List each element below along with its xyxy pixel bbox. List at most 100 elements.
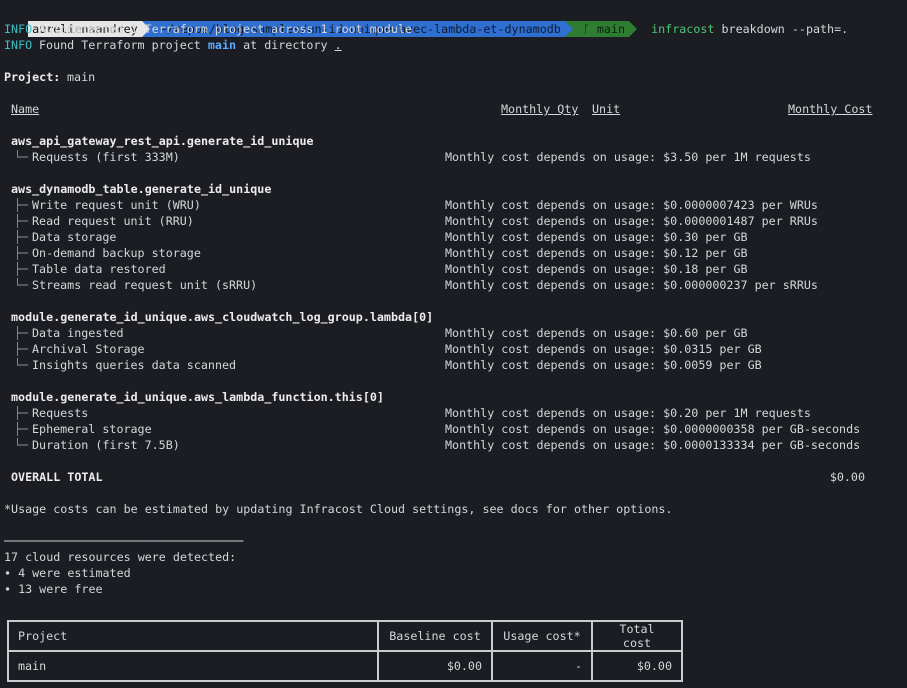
resource-item: ├─ Data ingested Monthly cost depends on… <box>0 325 907 341</box>
overall-total-value: $0.00 <box>829 470 865 484</box>
resource-item: ├─ Archival Storage Monthly cost depends… <box>0 341 907 357</box>
log-text: at directory <box>236 38 335 52</box>
item-cost: Monthly cost depends on usage: $0.000000… <box>445 278 818 292</box>
log-line: INFO Autodetected 1 Terraform project ac… <box>0 21 907 37</box>
resource-name-text: module.generate_id_unique.aws_lambda_fun… <box>11 390 384 404</box>
detected-line-text: ∙ 13 were free <box>4 582 103 596</box>
item-cost: Monthly cost depends on usage: $0.0059 p… <box>445 358 762 372</box>
resource-item: └─ Requests (first 333M) Monthly cost de… <box>0 149 907 165</box>
item-cost: Monthly cost depends on usage: $0.000000… <box>445 198 818 212</box>
detected-line-text: ∙ 4 were estimated <box>4 566 131 580</box>
item-cost: Monthly cost depends on usage: $0.60 per… <box>445 326 748 340</box>
item-label: Requests <box>32 406 89 420</box>
log-level: INFO <box>4 22 33 36</box>
resource-item: ├─ Table data restored Monthly cost depe… <box>0 261 907 277</box>
resource-item: ├─ Requests Monthly cost depends on usag… <box>0 405 907 421</box>
detected-summary: 17 cloud resources were detected: <box>0 549 907 565</box>
tree-branch: ├─ <box>14 198 29 212</box>
resource-name: aws_api_gateway_rest_api.generate_id_uni… <box>0 133 907 149</box>
table-row: main $0.00 - $0.00 <box>7 650 683 682</box>
item-cost: Monthly cost depends on usage: $0.000013… <box>445 438 861 452</box>
item-cost: Monthly cost depends on usage: $0.000000… <box>445 214 818 228</box>
header-usage-cost: Usage cost* <box>491 620 593 652</box>
log-line: INFO Found Terraform project main at dir… <box>0 37 907 53</box>
item-label: Archival Storage <box>32 342 145 356</box>
tree-branch: └─ <box>14 358 29 372</box>
item-cost: Monthly cost depends on usage: $0.30 per… <box>445 230 748 244</box>
item-label: Data storage <box>32 230 117 244</box>
project-value: main <box>67 70 96 84</box>
item-cost: Monthly cost depends on usage: $0.0315 p… <box>445 342 762 356</box>
header-total-cost: Total cost <box>591 620 683 652</box>
detected-line: ∙ 4 were estimated <box>0 565 907 581</box>
log-text: Autodetected 1 Terraform project across … <box>39 22 412 36</box>
overall-total-label: OVERALL TOTAL <box>11 470 103 484</box>
usage-note: *Usage costs can be estimated by updatin… <box>0 501 907 517</box>
tree-branch: ├─ <box>14 406 29 420</box>
resource-item: └─ Duration (first 7.5B) Monthly cost de… <box>0 437 907 453</box>
column-monthly-cost: Monthly Cost <box>788 102 873 116</box>
resource-name: module.generate_id_unique.aws_lambda_fun… <box>0 389 907 405</box>
item-label: Table data restored <box>32 262 166 276</box>
item-label: Ephemeral storage <box>32 422 152 436</box>
header-project: Project <box>7 620 379 652</box>
tree-branch: └─ <box>14 438 29 452</box>
resource-item: ├─ On-demand backup storage Monthly cost… <box>0 245 907 261</box>
item-label: Requests (first 333M) <box>32 150 180 164</box>
prompt-line: aurelienaandrey ~/repos/blog-samples/un-i… <box>0 5 907 37</box>
resource-name: aws_dynamodb_table.generate_id_unique <box>0 181 907 197</box>
item-label: Streams read request unit (sRRU) <box>32 278 258 292</box>
item-label: On-demand backup storage <box>32 246 201 260</box>
resource-name-text: module.generate_id_unique.aws_cloudwatch… <box>11 310 434 324</box>
item-label: Read request unit (RRU) <box>32 214 194 228</box>
item-cost: Monthly cost depends on usage: $0.18 per… <box>445 262 748 276</box>
cell-total-cost: $0.00 <box>591 650 683 682</box>
item-label: Insights queries data scanned <box>32 358 237 372</box>
log-level: INFO <box>4 38 33 52</box>
column-headers: Name Monthly Qty Unit Monthly Cost <box>0 101 907 117</box>
resource-item: ├─ Write request unit (WRU) Monthly cost… <box>0 197 907 213</box>
item-cost: Monthly cost depends on usage: $0.12 per… <box>445 246 748 260</box>
overall-total-line: OVERALL TOTAL $0.00 <box>0 469 907 485</box>
tree-branch: ├─ <box>14 214 29 228</box>
resource-name-text: aws_dynamodb_table.generate_id_unique <box>11 182 272 196</box>
item-cost: Monthly cost depends on usage: $3.50 per… <box>445 150 811 164</box>
project-name-highlight: main <box>207 38 237 52</box>
project-label: Project: <box>4 70 61 84</box>
resource-item: ├─ Read request unit (RRU) Monthly cost … <box>0 213 907 229</box>
directory-link[interactable]: . <box>335 38 342 52</box>
column-name: Name <box>11 102 40 116</box>
detected-line: ∙ 13 were free <box>0 581 907 597</box>
tree-branch: ├─ <box>14 342 29 356</box>
cell-usage-cost: - <box>491 650 593 682</box>
resource-name-text: aws_api_gateway_rest_api.generate_id_uni… <box>11 134 314 148</box>
column-monthly-qty: Monthly Qty <box>501 102 579 116</box>
tree-branch: ├─ <box>14 230 29 244</box>
tree-branch: ├─ <box>14 422 29 436</box>
resource-item: └─ Streams read request unit (sRRU) Mont… <box>0 277 907 293</box>
tree-branch: └─ <box>14 278 29 292</box>
item-label: Duration (first 7.5B) <box>32 438 180 452</box>
tree-branch: ├─ <box>14 326 29 340</box>
resource-item: └─ Insights queries data scanned Monthly… <box>0 357 907 373</box>
cell-baseline-cost: $0.00 <box>377 650 493 682</box>
project-line: Project: main <box>0 69 907 85</box>
terminal-window[interactable]: aurelienaandrey ~/repos/blog-samples/un-i… <box>0 0 907 688</box>
log-text: Found Terraform project <box>39 38 208 52</box>
item-cost: Monthly cost depends on usage: $0.20 per… <box>445 406 811 420</box>
resource-item: ├─ Data storage Monthly cost depends on … <box>0 229 907 245</box>
column-unit: Unit <box>592 102 621 116</box>
resource-item: ├─ Ephemeral storage Monthly cost depend… <box>0 421 907 437</box>
usage-note-text: *Usage costs can be estimated by updatin… <box>4 502 673 516</box>
summary-table: Project Baseline cost Usage cost* Total … <box>7 620 683 682</box>
separator: ────────────────────────────────── <box>0 533 907 549</box>
tree-branch: ├─ <box>14 246 29 260</box>
resource-name: module.generate_id_unique.aws_cloudwatch… <box>0 309 907 325</box>
header-baseline-cost: Baseline cost <box>377 620 493 652</box>
tree-branch: ├─ <box>14 262 29 276</box>
cell-project: main <box>7 650 379 682</box>
tree-branch: └─ <box>14 150 29 164</box>
detected-summary-text: 17 cloud resources were detected: <box>4 550 237 564</box>
item-cost: Monthly cost depends on usage: $0.000000… <box>445 422 861 436</box>
summary-table-header: Project Baseline cost Usage cost* Total … <box>7 620 683 652</box>
